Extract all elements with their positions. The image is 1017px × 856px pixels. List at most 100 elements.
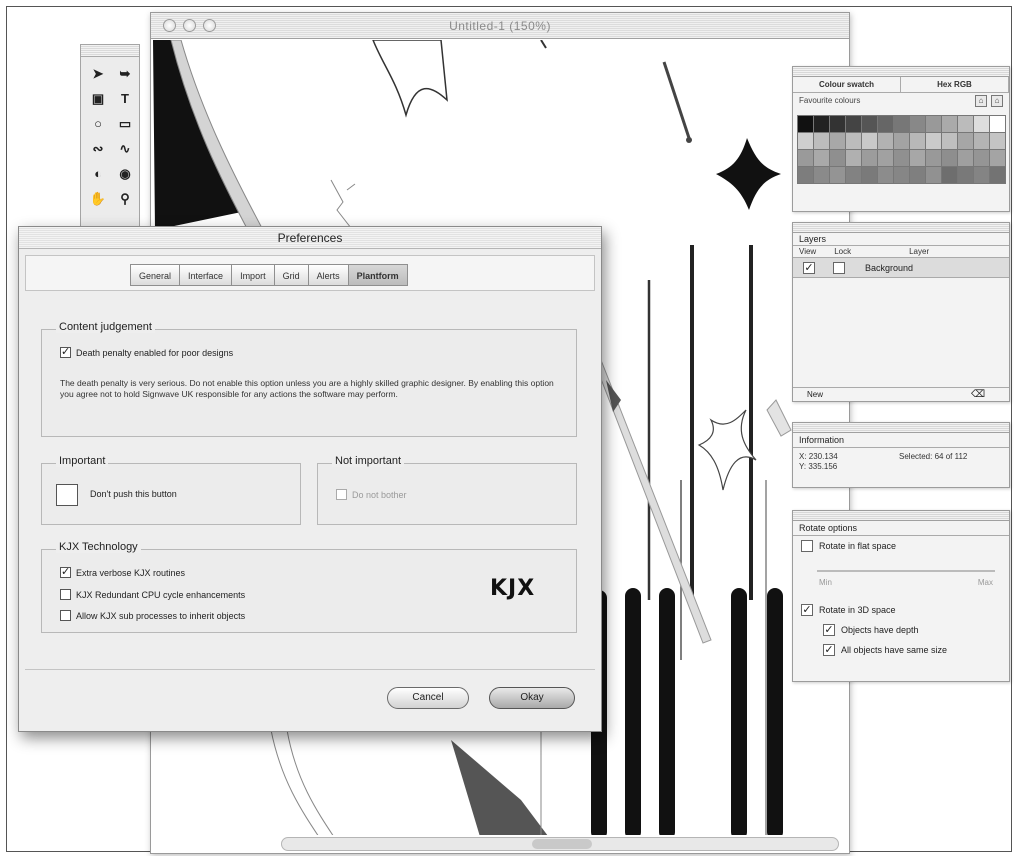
tab-import[interactable]: Import <box>231 264 275 286</box>
colour-swatch[interactable] <box>846 116 862 133</box>
colour-swatch[interactable] <box>862 133 878 150</box>
colour-swatch[interactable] <box>878 116 894 133</box>
colour-swatch[interactable] <box>974 116 990 133</box>
rectangle-tool-icon[interactable]: ▭ <box>113 113 137 135</box>
colour-swatch[interactable] <box>958 116 974 133</box>
cancel-button[interactable]: Cancel <box>387 687 469 709</box>
kjx-option-verbose[interactable]: ✓ Extra verbose KJX routines <box>60 566 185 580</box>
trash-icon[interactable]: ⌫ <box>971 388 985 402</box>
dont-push-button[interactable] <box>56 484 78 506</box>
home-icon[interactable]: ⌂ <box>975 95 987 107</box>
colour-swatch[interactable] <box>910 167 926 184</box>
rotate-flat-option[interactable]: Rotate in flat space <box>793 536 1009 556</box>
curve-tool-icon[interactable]: ∿ <box>113 138 137 160</box>
colour-swatch[interactable] <box>830 133 846 150</box>
tab-grid[interactable]: Grid <box>273 264 309 286</box>
colour-swatch[interactable] <box>862 150 878 167</box>
colour-swatch[interactable] <box>814 133 830 150</box>
colour-swatch[interactable] <box>958 150 974 167</box>
tab-general[interactable]: General <box>130 264 181 286</box>
death-penalty-checkbox[interactable]: ✓ <box>60 347 71 358</box>
rotate-flat-checkbox[interactable] <box>801 540 813 552</box>
new-layer-button[interactable]: New <box>807 388 823 402</box>
layer-row[interactable]: ✓ Background <box>793 258 1009 278</box>
tab-interface[interactable]: Interface <box>179 264 233 286</box>
colour-swatch[interactable] <box>878 133 894 150</box>
colour-swatch[interactable] <box>846 167 862 184</box>
layer-lock-checkbox[interactable] <box>833 262 845 274</box>
colour-swatch[interactable] <box>926 116 942 133</box>
tab-plantform[interactable]: Plantform <box>347 264 408 286</box>
colour-swatch[interactable] <box>798 167 814 184</box>
home-icon-alt[interactable]: ⌂ <box>991 95 1003 107</box>
colour-swatch[interactable] <box>942 150 958 167</box>
okay-button[interactable]: Okay <box>489 687 575 709</box>
layers-palette-titlebar[interactable] <box>793 223 1009 233</box>
rotate-3d-option[interactable]: ✓ Rotate in 3D space <box>793 600 1009 620</box>
objects-depth-checkbox[interactable]: ✓ <box>823 624 835 636</box>
colour-swatch[interactable] <box>814 150 830 167</box>
horizontal-scrollbar[interactable] <box>281 837 839 851</box>
colour-swatch[interactable] <box>862 167 878 184</box>
colour-swatch[interactable] <box>846 150 862 167</box>
colour-swatch[interactable] <box>830 167 846 184</box>
death-penalty-option[interactable]: ✓ Death penalty enabled for poor designs <box>60 346 233 360</box>
colour-swatch[interactable] <box>958 133 974 150</box>
layer-view-checkbox[interactable]: ✓ <box>803 262 815 274</box>
zoom-tool-icon[interactable]: ⚲ <box>113 188 137 210</box>
colour-swatch[interactable] <box>926 167 942 184</box>
colour-swatch[interactable] <box>974 167 990 184</box>
colour-swatch[interactable] <box>990 133 1006 150</box>
rotate-palette-titlebar[interactable] <box>793 511 1009 521</box>
hand-tool-icon[interactable]: ✋ <box>86 188 110 210</box>
tab-hex-rgb[interactable]: Hex RGB <box>901 77 1009 92</box>
colour-swatch[interactable] <box>910 133 926 150</box>
ellipse-tool-icon[interactable]: ○ <box>86 113 110 135</box>
kjx-option-inherit[interactable]: Allow KJX sub processes to inherit objec… <box>60 609 245 623</box>
colour-swatch[interactable] <box>942 167 958 184</box>
fill-tool-icon[interactable]: ◐ <box>86 163 110 185</box>
rotate-3d-checkbox[interactable]: ✓ <box>801 604 813 616</box>
colour-swatch[interactable] <box>990 167 1006 184</box>
colour-swatch[interactable] <box>958 167 974 184</box>
eye-tool-icon[interactable]: ◉ <box>113 163 137 185</box>
preferences-title[interactable]: Preferences <box>19 227 601 249</box>
kjx-inherit-checkbox[interactable] <box>60 610 71 621</box>
colour-palette-titlebar[interactable] <box>793 67 1009 77</box>
colour-swatch[interactable] <box>830 116 846 133</box>
tab-colour-swatch[interactable]: Colour swatch <box>793 77 901 92</box>
do-not-bother-checkbox[interactable] <box>336 489 347 500</box>
objects-depth-option[interactable]: ✓ Objects have depth <box>793 620 1009 640</box>
frame-tool-icon[interactable]: ▣ <box>86 88 110 110</box>
colour-swatch[interactable] <box>894 167 910 184</box>
kjx-verbose-checkbox[interactable]: ✓ <box>60 567 71 578</box>
colour-swatch[interactable] <box>878 167 894 184</box>
tab-alerts[interactable]: Alerts <box>307 264 349 286</box>
colour-swatch[interactable] <box>910 116 926 133</box>
colour-swatch[interactable] <box>974 150 990 167</box>
pen-tool-icon[interactable]: ∾ <box>86 138 110 160</box>
colour-swatch[interactable] <box>942 116 958 133</box>
colour-swatch[interactable] <box>990 150 1006 167</box>
scrollbar-thumb[interactable] <box>532 839 592 849</box>
colour-swatch[interactable] <box>894 150 910 167</box>
direct-select-tool-icon[interactable]: ➥ <box>113 63 137 85</box>
colour-swatch[interactable] <box>798 116 814 133</box>
colour-swatch[interactable] <box>846 133 862 150</box>
kjx-option-redundant[interactable]: KJX Redundant CPU cycle enhancements <box>60 588 245 602</box>
rotate-slider[interactable]: Min Max <box>793 556 1009 600</box>
text-tool-icon[interactable]: T <box>113 88 137 110</box>
colour-swatch[interactable] <box>974 133 990 150</box>
document-titlebar[interactable]: Untitled-1 (150%) <box>151 13 849 39</box>
rotate-slider-track[interactable] <box>817 570 995 572</box>
do-not-bother-option[interactable]: Do not bother <box>336 488 407 502</box>
colour-swatch[interactable] <box>862 116 878 133</box>
colour-swatch[interactable] <box>798 133 814 150</box>
colour-swatch[interactable] <box>926 150 942 167</box>
colour-swatch[interactable] <box>894 116 910 133</box>
same-size-checkbox[interactable]: ✓ <box>823 644 835 656</box>
tools-palette-titlebar[interactable] <box>81 45 139 57</box>
information-palette-titlebar[interactable] <box>793 423 1009 433</box>
colour-swatch[interactable] <box>910 150 926 167</box>
arrow-tool-icon[interactable]: ➤ <box>86 63 110 85</box>
